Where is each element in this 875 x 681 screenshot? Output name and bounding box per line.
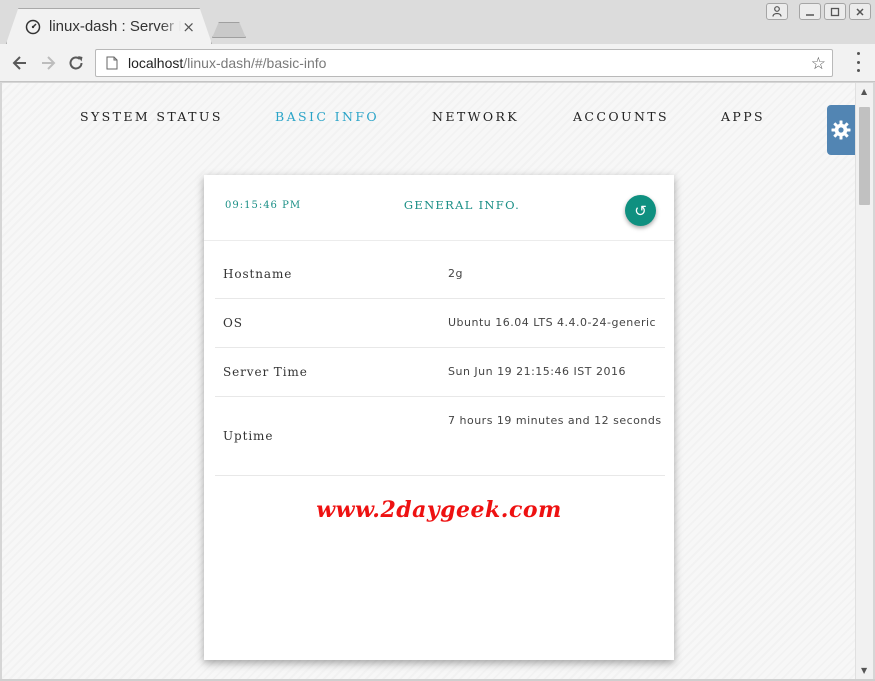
info-table: Hostname 2g OS Ubuntu 16.04 LTS 4.4.0-24… [215,251,665,476]
table-row: Hostname 2g [215,251,665,299]
main-nav: SYSTEM STATUS BASIC INFO NETWORK ACCOUNT… [2,109,855,127]
arrow-right-icon[interactable] [36,51,60,75]
reload-icon[interactable] [64,51,88,75]
nav-basic-info[interactable]: BASIC INFO [275,109,379,124]
nav-accounts[interactable]: ACCOUNTS [573,109,669,124]
row-key: OS [223,316,243,330]
minimize-icon[interactable] [799,3,821,20]
close-window-icon[interactable] [849,3,871,20]
row-value: Sun Jun 19 21:15:46 IST 2016 [448,365,626,378]
url-text: localhost/linux-dash/#/basic-info [128,55,326,71]
refresh-icon: ↺ [634,201,647,220]
arrow-left-icon[interactable] [8,51,32,75]
page-scrollbar[interactable]: ▲ ▼ [855,83,873,679]
dashboard-gauge-icon [25,19,41,34]
row-key: Server Time [223,365,308,379]
url-host: localhost [128,55,184,71]
window-controls [766,3,871,20]
address-bar[interactable]: localhost/linux-dash/#/basic-info ☆ [95,49,833,77]
row-value: Ubuntu 16.04 LTS 4.4.0-24-generic [448,316,657,329]
refresh-button[interactable]: ↺ [625,195,656,226]
table-row: Uptime 7 hours 19 minutes and 12 seconds [215,397,665,476]
scroll-thumb[interactable] [859,107,870,205]
browser-tab[interactable]: linux-dash : Server Monitoring Web Dashb… [6,8,212,44]
page-viewport: SYSTEM STATUS BASIC INFO NETWORK ACCOUNT… [2,83,855,679]
gear-icon [831,120,851,140]
table-row: OS Ubuntu 16.04 LTS 4.4.0-24-generic [215,299,665,348]
tab-title: linux-dash : Server Monitoring Web Dashb… [49,18,181,35]
row-key: Hostname [223,267,293,281]
general-info-card: 09:15:46 PM GENERAL INFO. ↺ Hostname 2g … [204,175,674,660]
page-icon [106,56,118,70]
card-header: 09:15:46 PM GENERAL INFO. ↺ [204,175,674,241]
nav-apps[interactable]: APPS [721,109,765,124]
url-path: /linux-dash/#/basic-info [183,55,327,71]
maximize-icon[interactable] [824,3,846,20]
browser-toolbar: localhost/linux-dash/#/basic-info ☆ [0,44,875,82]
nav-network[interactable]: NETWORK [432,109,519,124]
scroll-up-icon[interactable]: ▲ [861,87,867,96]
kebab-menu-icon[interactable] [855,52,861,72]
star-icon[interactable]: ☆ [811,54,826,74]
row-value: 7 hours 19 minutes and 12 seconds [448,414,662,427]
tab-close-icon[interactable]: × [182,18,195,36]
row-value: 2g [448,267,463,280]
table-row: Server Time Sun Jun 19 21:15:46 IST 2016 [215,348,665,397]
watermark: www.2daygeek.com [316,497,562,523]
scroll-down-icon[interactable]: ▼ [861,666,867,675]
nav-system-status[interactable]: SYSTEM STATUS [80,109,223,124]
browser-tabstrip: linux-dash : Server Monitoring Web Dashb… [0,0,875,44]
row-key: Uptime [223,429,274,443]
profile-icon[interactable] [766,3,788,20]
settings-button[interactable] [827,105,855,155]
new-tab-button[interactable] [212,22,246,38]
